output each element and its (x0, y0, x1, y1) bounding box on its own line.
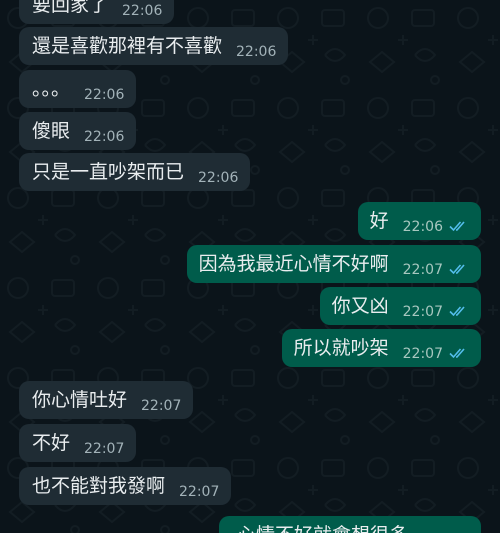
message-timestamp: 22:06 (402, 219, 443, 235)
message-timestamp: 22:07 (402, 346, 443, 362)
message-bubble-incoming[interactable]: 要回家了 22:06 (19, 0, 175, 24)
message-bubble-incoming[interactable]: 也不能對我發啊 22:07 (19, 467, 232, 505)
message-bubble-incoming[interactable]: 不好 22:07 (19, 424, 137, 462)
message-text: 因為我最近心情不好啊 (198, 253, 389, 275)
message-timestamp: 22:07 (179, 484, 220, 500)
message-text: 只是一直吵架而已 (32, 161, 185, 183)
message-timestamp: 22:06 (122, 3, 163, 19)
message-timestamp: 22:07 (141, 398, 182, 414)
message-text: 也不能對我發啊 (32, 475, 166, 497)
message-bubble-outgoing[interactable]: 好 22:06 (357, 202, 481, 240)
message-timestamp: 22:07 (402, 262, 443, 278)
message-bubble-outgoing[interactable]: 你又凶 22:07 (319, 287, 481, 325)
message-timestamp: 22:06 (236, 44, 277, 60)
message-bubble-outgoing[interactable]: 所以就吵架 22:07 (281, 329, 481, 367)
message-bubble-incoming[interactable]: 只是一直吵架而已 22:06 (19, 153, 251, 191)
message-text: 你心情吐好 (32, 389, 128, 411)
message-text: 好 (369, 210, 389, 232)
message-text: 要回家了 (32, 0, 109, 16)
message-text: 傻眼 (32, 120, 71, 142)
double-check-icon (449, 221, 465, 232)
double-check-icon (449, 306, 465, 317)
message-text: 所以就吵架 (293, 337, 389, 359)
message-timestamp: 22:07 (84, 441, 125, 457)
chat-view[interactable]: 要回家了 22:06 還是喜歡那裡有不喜歡 22:06 。。。 22:06 傻眼… (0, 0, 500, 533)
message-bubble-outgoing[interactable]: 心情不好就會想很多 (219, 516, 481, 533)
message-bubble-incoming[interactable]: 還是喜歡那裡有不喜歡 22:06 (19, 27, 289, 65)
message-text: 。。。 (32, 78, 71, 100)
message-timestamp: 22:06 (84, 87, 125, 103)
message-bubble-incoming[interactable]: 你心情吐好 22:07 (19, 381, 194, 419)
message-text: 還是喜歡那裡有不喜歡 (32, 35, 223, 57)
message-timestamp: 22:07 (402, 304, 443, 320)
message-text: 不好 (32, 432, 71, 454)
double-check-icon (449, 348, 465, 359)
message-timestamp: 22:06 (84, 129, 125, 145)
message-bubble-outgoing[interactable]: 因為我最近心情不好啊 22:07 (186, 245, 481, 283)
message-text: 你又凶 (331, 295, 389, 317)
message-bubble-incoming[interactable]: 。。。 22:06 (19, 70, 137, 108)
message-bubble-incoming[interactable]: 傻眼 22:06 (19, 112, 137, 150)
message-text: 心情不好就會想很多 (237, 516, 408, 533)
double-check-icon (449, 264, 465, 275)
message-timestamp: 22:06 (198, 170, 239, 186)
